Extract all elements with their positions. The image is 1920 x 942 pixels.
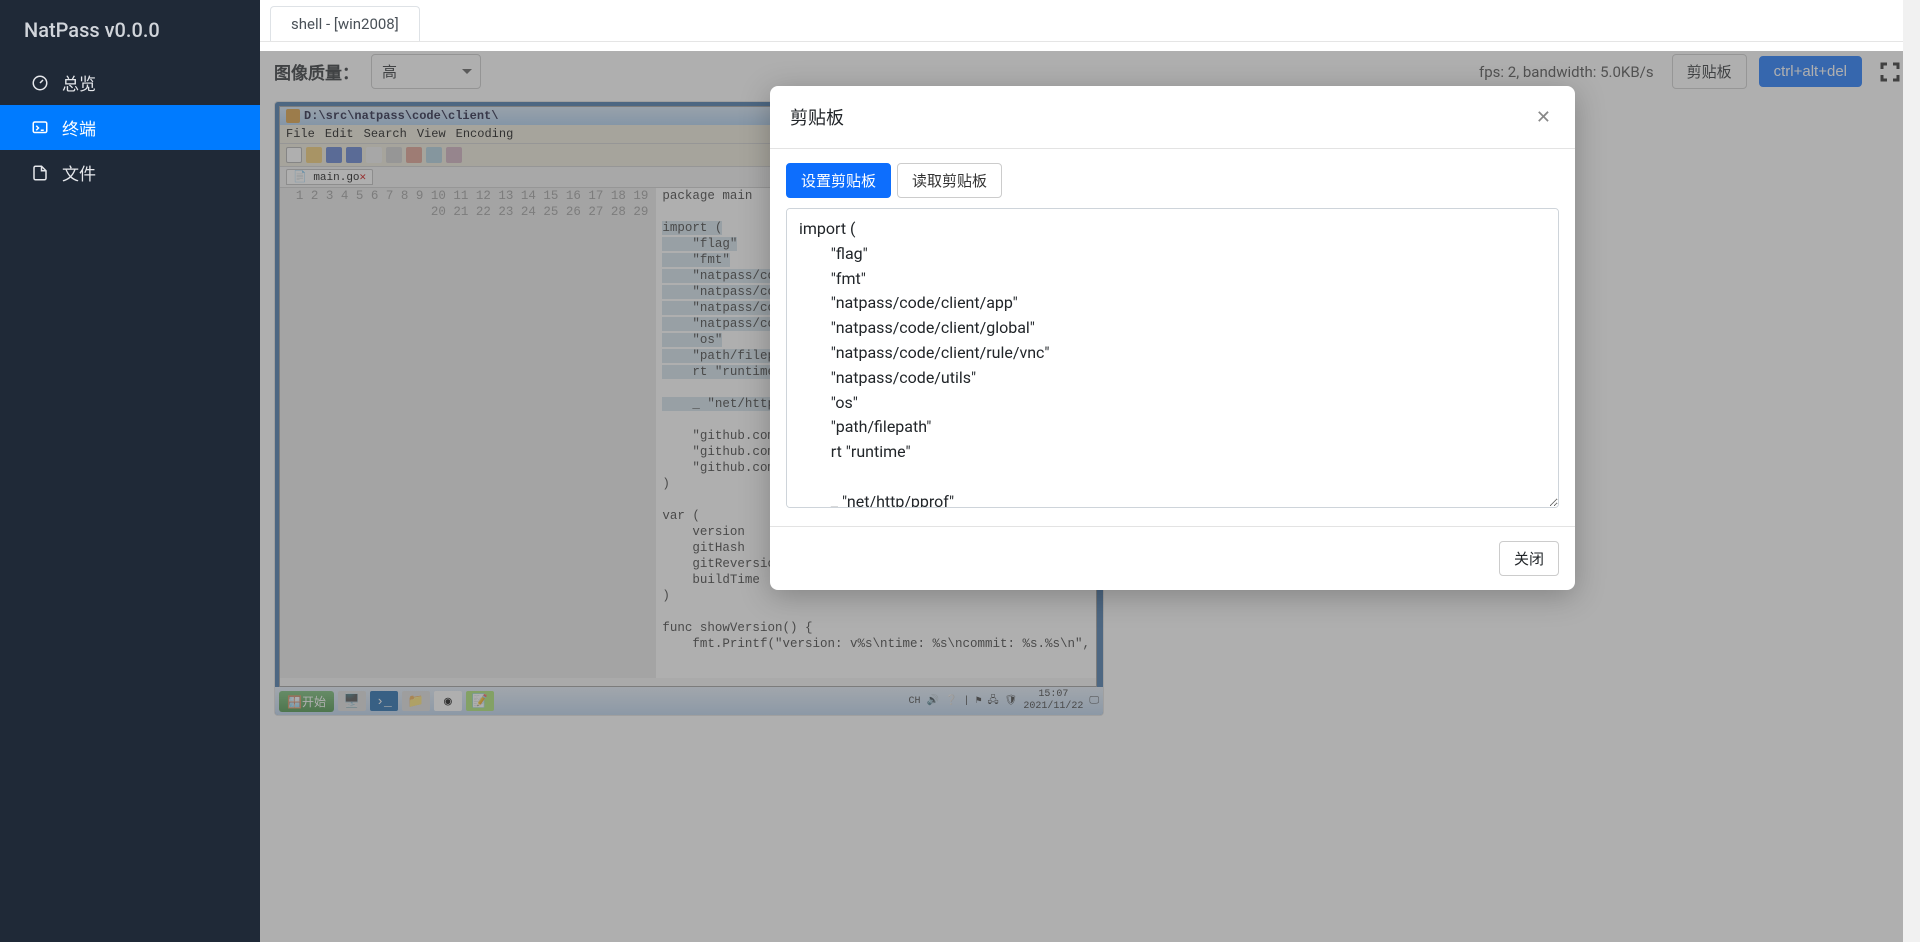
sidebar-item-files[interactable]: 文件: [0, 150, 260, 195]
dashboard-icon: [30, 73, 50, 93]
modal-header: 剪贴板 ✕: [770, 86, 1575, 149]
app-title: NatPass v0.0.0: [0, 0, 260, 60]
main-area: shell - [win2008] 图像质量： 高 fps: 2, bandwi…: [260, 0, 1920, 942]
modal-tabs: 设置剪贴板 读取剪贴板: [786, 163, 1559, 198]
page-scrollbar[interactable]: [1903, 0, 1920, 942]
modal-body: 设置剪贴板 读取剪贴板: [770, 149, 1575, 526]
get-clipboard-tab[interactable]: 读取剪贴板: [897, 163, 1002, 198]
file-icon: [30, 163, 50, 183]
modal-close-button[interactable]: 关闭: [1499, 541, 1559, 576]
clipboard-textarea[interactable]: [786, 208, 1559, 508]
sidebar-item-terminal[interactable]: 终端: [0, 105, 260, 150]
sidebar-item-overview[interactable]: 总览: [0, 60, 260, 105]
modal-footer: 关闭: [770, 526, 1575, 590]
sidebar-item-label: 文件: [62, 160, 96, 185]
tab-bar: shell - [win2008]: [260, 0, 1920, 42]
tab-shell[interactable]: shell - [win2008]: [270, 6, 420, 41]
set-clipboard-tab[interactable]: 设置剪贴板: [786, 163, 891, 198]
terminal-icon: [30, 118, 50, 138]
close-icon[interactable]: ✕: [1532, 105, 1555, 130]
sidebar-item-label: 总览: [62, 70, 96, 95]
sidebar: NatPass v0.0.0 总览 终端 文件: [0, 0, 260, 942]
modal-title: 剪贴板: [790, 104, 844, 130]
sidebar-item-label: 终端: [62, 115, 96, 140]
clipboard-modal: 剪贴板 ✕ 设置剪贴板 读取剪贴板 关闭: [770, 86, 1575, 590]
